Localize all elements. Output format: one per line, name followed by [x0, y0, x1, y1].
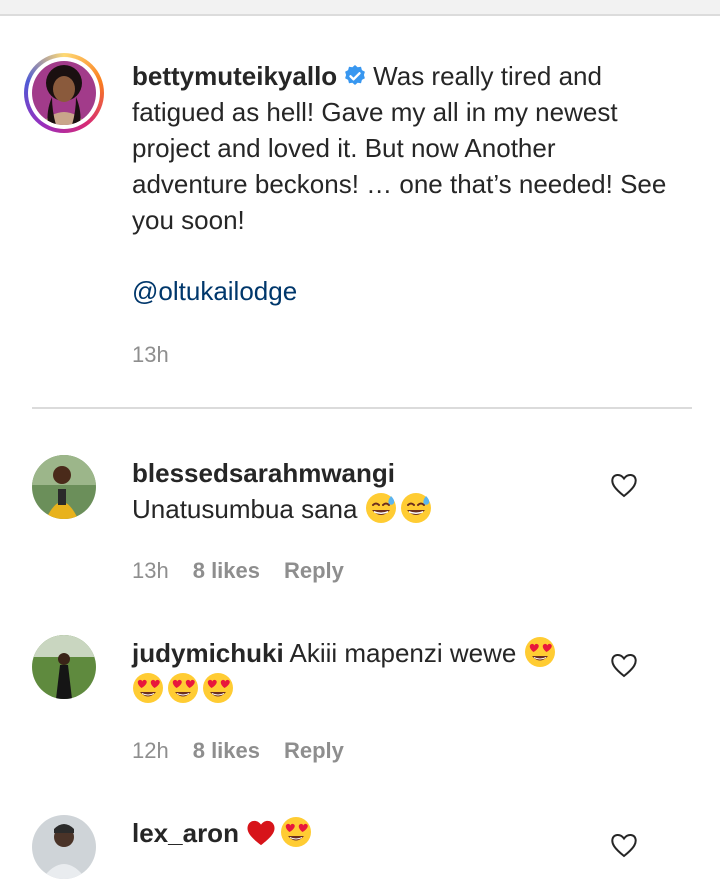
red-heart-emoji-icon — [246, 819, 276, 847]
caption-username[interactable]: bettymuteikyallo — [132, 61, 337, 91]
comment-body: Akiii mapenzi wewe — [289, 638, 517, 668]
caption-text-block: bettymuteikyallo Was really tired and fa… — [132, 58, 672, 238]
comment: judymichuki Akiii mapenzi wewe — [132, 635, 592, 707]
like-heart-icon[interactable] — [610, 472, 638, 498]
avatar — [32, 61, 96, 125]
story-ring-avatar[interactable] — [24, 53, 104, 133]
reply-button[interactable]: Reply — [284, 738, 344, 764]
heart-eyes-emoji-icon — [280, 816, 312, 848]
like-heart-icon[interactable] — [610, 652, 638, 678]
comment-username[interactable]: blessedsarahmwangi — [132, 458, 395, 488]
heart-eyes-emoji-icon — [524, 636, 556, 668]
reply-button[interactable]: Reply — [284, 558, 344, 584]
avatar[interactable] — [32, 635, 96, 699]
comment: lex_aron — [132, 815, 592, 851]
comment-meta: 12h 8 likes Reply — [132, 738, 344, 764]
comment-meta: 13h 8 likes Reply — [132, 558, 344, 584]
verified-badge-icon — [345, 65, 366, 85]
comment-timestamp: 12h — [132, 738, 169, 763]
comment: blessedsarahmwangi Unatusumbua sana — [132, 455, 592, 527]
caption-timestamp: 13h — [132, 342, 169, 367]
top-bar — [0, 0, 720, 16]
heart-eyes-emoji-icon — [132, 672, 164, 704]
comment-username[interactable]: judymichuki — [132, 638, 284, 668]
sweat-smile-emoji-icon — [365, 492, 397, 524]
comment-username[interactable]: lex_aron — [132, 818, 239, 848]
avatar[interactable] — [32, 455, 96, 519]
mention-link[interactable]: @oltukailodge — [132, 276, 297, 307]
comment-body: Unatusumbua sana — [132, 494, 358, 524]
avatar[interactable] — [32, 815, 96, 879]
sweat-smile-emoji-icon — [400, 492, 432, 524]
divider — [32, 407, 692, 409]
likes-count[interactable]: 8 likes — [193, 558, 260, 584]
comment-timestamp: 13h — [132, 558, 169, 583]
like-heart-icon[interactable] — [610, 832, 638, 858]
likes-count[interactable]: 8 likes — [193, 738, 260, 764]
heart-eyes-emoji-icon — [202, 672, 234, 704]
heart-eyes-emoji-icon — [167, 672, 199, 704]
